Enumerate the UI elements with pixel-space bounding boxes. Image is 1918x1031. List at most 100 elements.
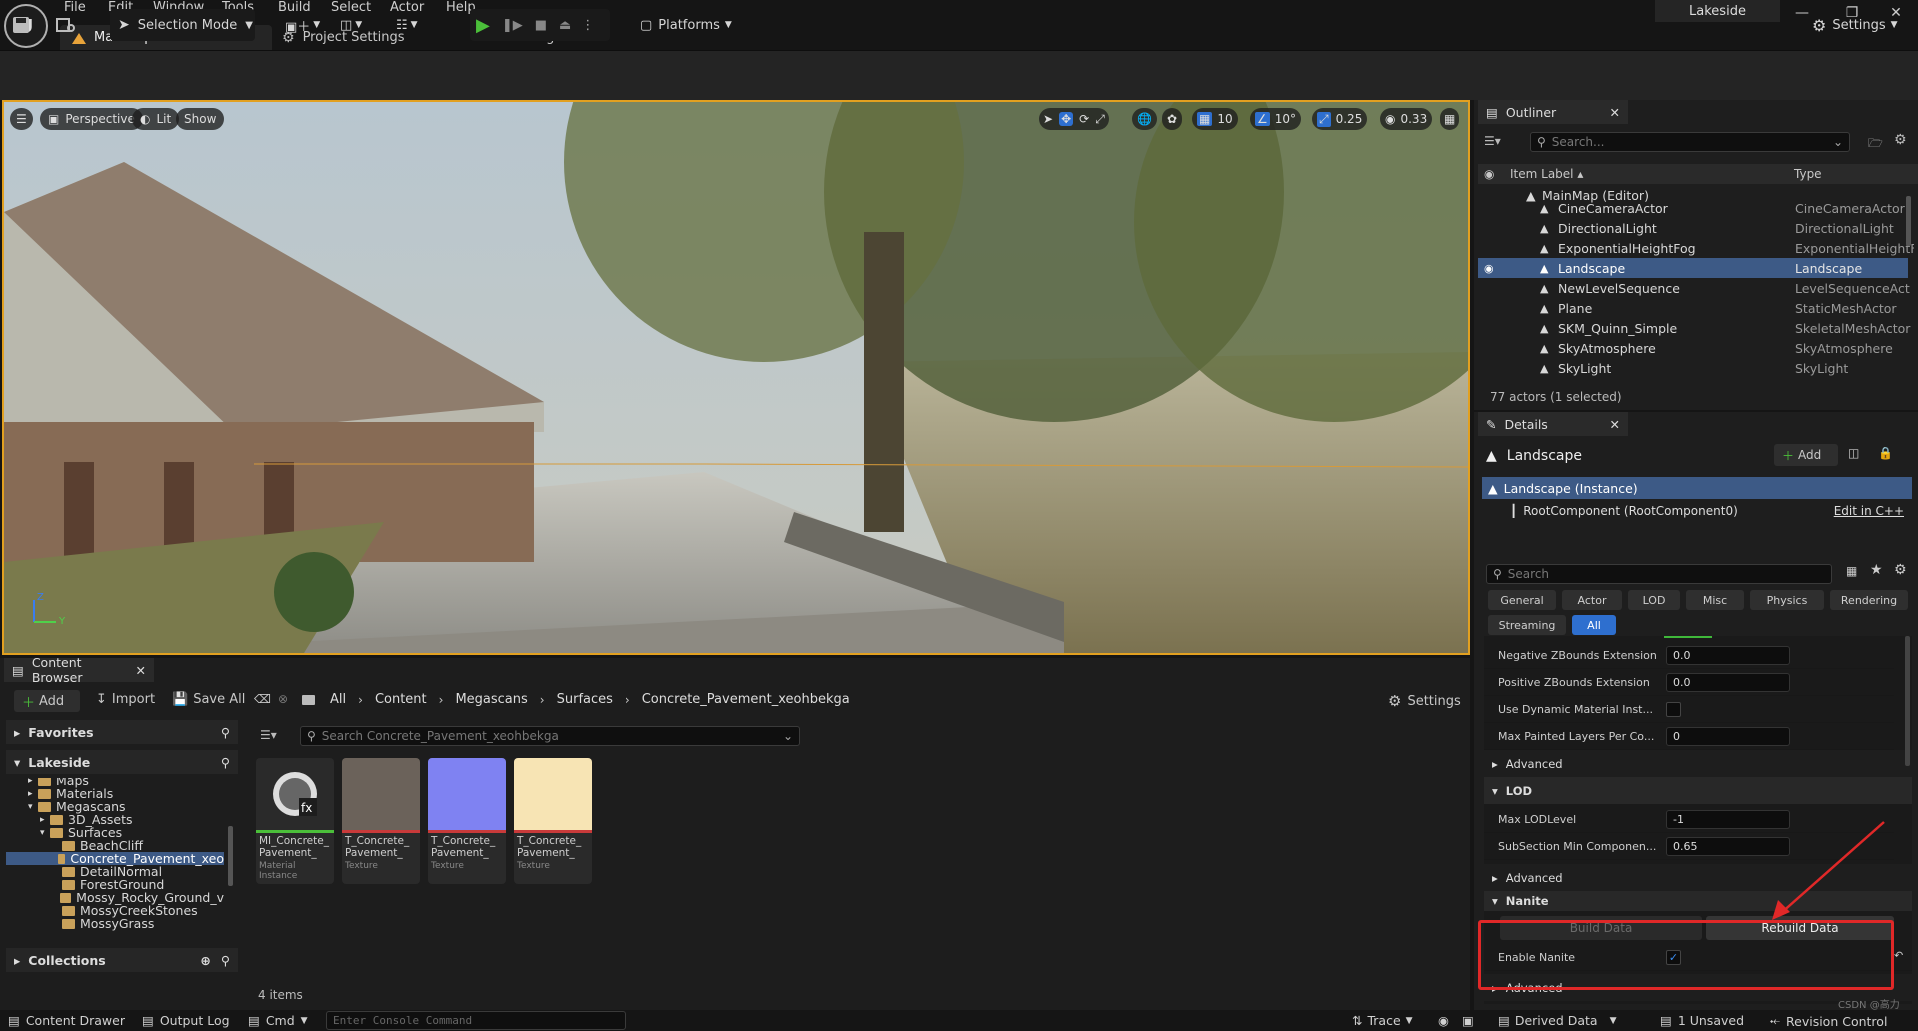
gear-icon[interactable]: ⚙ (1894, 132, 1907, 148)
console-input[interactable]: Enter Console Command (326, 1011, 626, 1030)
maximize-viewport-icon[interactable]: ▦ (1440, 108, 1460, 130)
outliner-row[interactable]: ▲ ExponentialHeightFog ExponentialHeightF (1478, 238, 1914, 258)
outliner-scrollbar[interactable] (1906, 196, 1911, 246)
filter-actor[interactable]: Actor (1562, 590, 1622, 610)
lakeside-header[interactable]: ▾ Lakeside ⚲ (6, 750, 238, 774)
outliner-row[interactable]: ▲ SKM_Quinn_Simple SkeletalMeshActor (1478, 318, 1910, 338)
more-options-icon[interactable]: ⋮ (581, 18, 594, 33)
outliner-row[interactable]: ▲ SkyAtmosphere SkyAtmosphere (1478, 338, 1908, 358)
show-button[interactable]: Show (176, 108, 225, 130)
details-search-input[interactable]: ⚲ Search (1486, 564, 1832, 584)
folder-tree-item[interactable]: MossyGrass (6, 916, 224, 931)
property-checkbox[interactable] (1666, 702, 1681, 717)
cb-settings-button[interactable]: ⚙ Settings (1388, 692, 1461, 710)
derived-data-dropdown[interactable]: ▤ Derived Data ▼ (1498, 1013, 1617, 1028)
blueprint-button[interactable]: ◫ ▼ (340, 9, 362, 41)
asset-tile-texture-normal[interactable]: T_Concrete_ Pavement_ Texture (428, 758, 506, 884)
property-value-input[interactable]: 0.0 (1666, 673, 1790, 692)
step-icon[interactable]: ❚▶ (502, 18, 523, 33)
new-folder-icon[interactable]: 🗁 (1868, 134, 1883, 155)
breadcrumb-content[interactable]: Content (375, 692, 427, 707)
asset-tile-texture-orm[interactable]: T_Concrete_ Pavement_ Texture (514, 758, 592, 884)
add-component-button[interactable]: ＋ Add (1774, 444, 1838, 466)
lit-button[interactable]: ◐ Lit (132, 108, 180, 130)
viewport-menu-icon[interactable]: ☰ (10, 108, 33, 130)
star-icon[interactable]: ★ (1870, 562, 1883, 578)
tab-content-browser[interactable]: ▤ Content Browser ✕ (4, 655, 154, 685)
filter-misc[interactable]: Misc (1686, 590, 1744, 610)
world-local-icon[interactable]: 🌐 (1132, 108, 1157, 130)
select-tool-icon[interactable]: ➤ (1043, 112, 1053, 126)
collections-header[interactable]: ▸ Collections ⊕ ⚲ (6, 948, 238, 972)
filter-lod[interactable]: LOD (1628, 590, 1680, 610)
content-drawer-button[interactable]: ▤ Content Drawer (8, 1013, 125, 1028)
filter-streaming[interactable]: Streaming (1488, 615, 1566, 635)
close-icon[interactable]: ✕ (1610, 417, 1620, 432)
rotation-snap-button[interactable]: ∠ 10° (1250, 108, 1302, 130)
play-icon[interactable]: ▶ (476, 15, 490, 36)
selection-mode-dropdown[interactable]: ➤ Selection Mode ▼ (110, 9, 255, 41)
scale-snap-button[interactable]: ⤢ 0.25 (1312, 108, 1368, 130)
favorites-header[interactable]: ▸ Favorites ⚲ (6, 720, 238, 744)
outliner-row[interactable]: ▲ CineCameraActor CineCameraActor (1478, 204, 1908, 218)
close-icon[interactable]: ✕ (1610, 105, 1620, 120)
output-log-button[interactable]: ▤ Output Log (142, 1013, 230, 1028)
scale-tool-icon[interactable]: ⤢ (1095, 112, 1105, 127)
filter-physics[interactable]: Physics (1750, 590, 1824, 610)
filter-icon[interactable]: ☰▾ (260, 728, 277, 742)
rotate-tool-icon[interactable]: ⟳ (1079, 112, 1089, 126)
revision-control-button[interactable]: ⤝ Revision Control (1770, 1013, 1887, 1029)
outliner-row[interactable]: ▲ NewLevelSequence LevelSequenceAct (1478, 278, 1910, 298)
tree-scrollbar[interactable] (228, 826, 233, 886)
filter-general[interactable]: General (1488, 590, 1556, 610)
platforms-button[interactable]: ▢ Platforms ▼ (640, 9, 732, 41)
breadcrumb-all[interactable]: All (330, 692, 346, 707)
outliner-row[interactable]: ▲ DirectionalLight DirectionalLight (1478, 218, 1908, 238)
grid-snap-button[interactable]: ▦ 10 (1192, 108, 1238, 130)
cinematics-button[interactable]: ☷ ▼ (396, 9, 418, 41)
asset-tile-material-instance[interactable]: fx MI_Concrete_ Pavement_ Material Insta… (256, 758, 334, 884)
outliner-search-input[interactable]: ⚲ Search... ⌄ (1530, 132, 1850, 152)
add-button[interactable]: ＋ Add (14, 690, 80, 712)
save-all-button[interactable]: 💾 Save All (172, 692, 245, 707)
browse-icon[interactable] (56, 9, 76, 41)
search-icon[interactable]: ⚲ (221, 953, 230, 968)
stop-icon[interactable]: ■ (535, 18, 547, 33)
import-button[interactable]: ↧ Import (96, 692, 155, 707)
search-icon[interactable]: ⚲ (221, 725, 230, 740)
column-type[interactable]: Type (1794, 167, 1822, 181)
instance-row[interactable]: ▲ Landscape (Instance) (1482, 477, 1912, 499)
forward-icon[interactable]: ⊗ (278, 692, 288, 706)
close-icon[interactable]: ✕ (136, 663, 146, 678)
folder-tree-item[interactable]: ▸ Maps (6, 778, 224, 788)
back-icon[interactable]: ⌫ (254, 692, 271, 706)
details-scrollbar[interactable] (1905, 636, 1910, 766)
level-viewport[interactable]: ☰ ▣ Perspective ◐ Lit Show ➤ ✥ ⟳ ⤢ 🌐 ✿ ▦ 10… (2, 100, 1470, 655)
perspective-button[interactable]: ▣ Perspective (40, 108, 143, 130)
filter-rendering[interactable]: Rendering (1830, 590, 1908, 610)
trace-dropdown[interactable]: ⇅ Trace ▼ (1352, 1013, 1413, 1028)
cmd-dropdown[interactable]: ▤ Cmd ▼ (248, 1013, 308, 1028)
asset-search-input[interactable]: ⚲ Search Concrete_Pavement_xeohbekga ⌄ (300, 726, 800, 746)
outliner-row[interactable]: ▲ SkyLight SkyLight (1478, 358, 1908, 378)
add-actor-button[interactable]: ▣＋ ▼ (285, 9, 320, 41)
add-collection-icon[interactable]: ⊕ (200, 953, 210, 968)
column-item-label[interactable]: Item Label ▴ (1510, 167, 1583, 181)
table-view-icon[interactable]: ▦ (1846, 564, 1857, 578)
eject-icon[interactable]: ⏏ (559, 18, 571, 33)
root-component-row[interactable]: ┃ RootComponent (RootComponent0) Edit in… (1482, 501, 1912, 521)
surface-snap-icon[interactable]: ✿ (1162, 108, 1183, 130)
record-icon[interactable]: ◉ (1438, 1013, 1449, 1028)
asset-tile-texture-albedo[interactable]: T_Concrete_ Pavement_ Texture (342, 758, 420, 884)
breadcrumb-megascans[interactable]: Megascans (455, 692, 527, 707)
gear-icon[interactable]: ⚙ (1894, 562, 1907, 578)
property-value-input[interactable]: 0 (1666, 727, 1790, 746)
tab-details[interactable]: ✎ Details ✕ (1478, 412, 1628, 436)
edit-in-cpp-link[interactable]: Edit in C++ (1834, 504, 1904, 518)
property-value-input[interactable]: 0.0 (1666, 646, 1790, 665)
outliner-row[interactable]: ◉ ▲ Landscape Landscape (1478, 258, 1908, 278)
search-icon[interactable]: ⚲ (221, 755, 230, 770)
screenshot-icon[interactable]: ▣ (1462, 1013, 1474, 1028)
filter-icon[interactable]: ☰▾ (1484, 134, 1501, 148)
breadcrumb-concrete-pavement[interactable]: Concrete_Pavement_xeohbekga (642, 692, 850, 707)
